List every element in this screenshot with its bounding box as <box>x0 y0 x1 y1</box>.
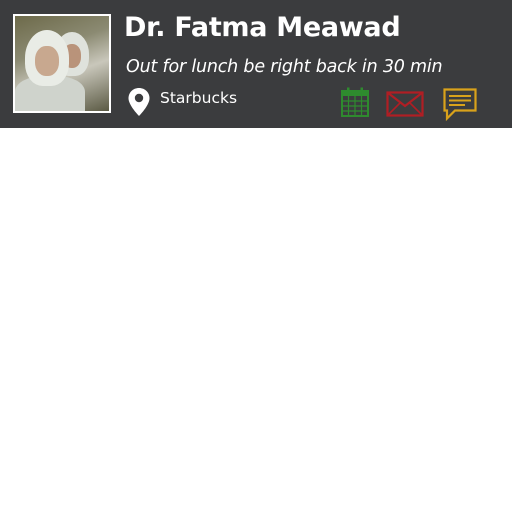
avatar-photo-face-1 <box>35 46 59 76</box>
profile-name: Dr. Fatma Meawad <box>124 12 401 43</box>
profile-card: Dr. Fatma Meawad Out for lunch be right … <box>0 0 512 128</box>
map-pin-icon <box>128 88 150 116</box>
chat-bubble-icon[interactable] <box>443 88 477 121</box>
calendar-icon[interactable] <box>341 87 369 117</box>
status-message: Out for lunch be right back in 30 min <box>126 57 443 77</box>
envelope-icon[interactable] <box>386 91 424 117</box>
location-label: Starbucks <box>160 89 238 107</box>
avatar[interactable] <box>13 14 111 113</box>
